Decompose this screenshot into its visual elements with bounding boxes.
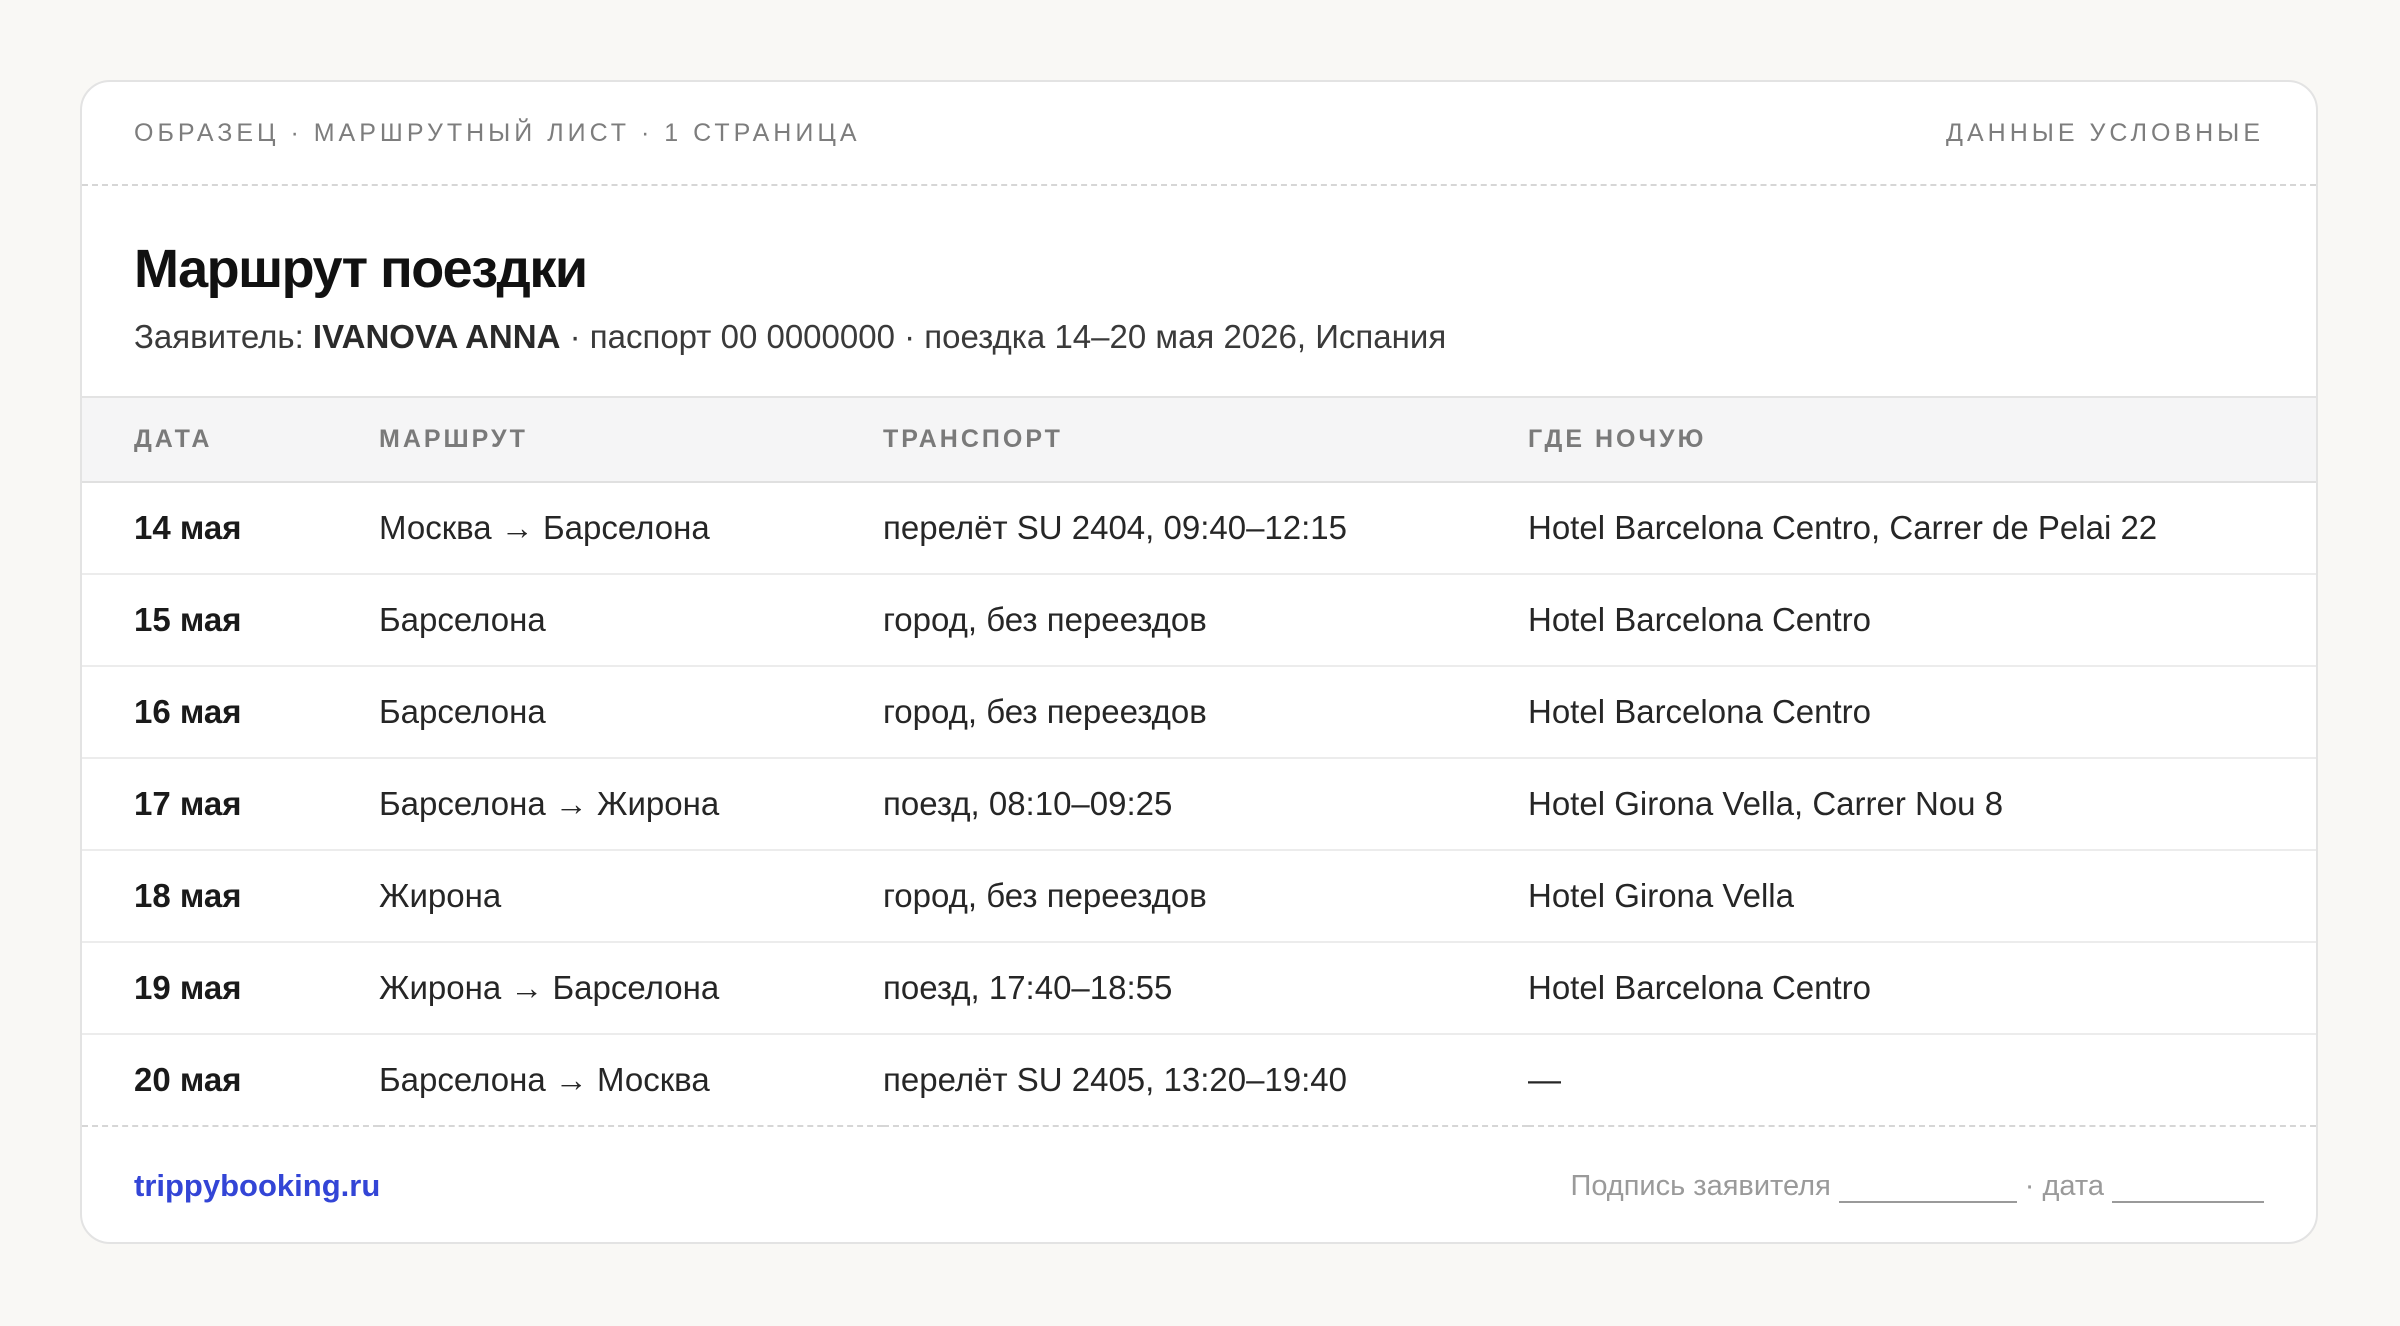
cell-date: 20 мая bbox=[134, 1061, 242, 1098]
cell-date: 19 мая bbox=[134, 969, 242, 1006]
cell-route: Жирона → Барселона bbox=[379, 969, 720, 1006]
column-header-route: МАРШРУТ bbox=[379, 425, 528, 453]
cell-date: 18 мая bbox=[134, 877, 242, 914]
cell-date: 17 мая bbox=[134, 785, 242, 822]
table-row: 15 мая Барселона город, без переездов Ho… bbox=[82, 574, 2316, 666]
cell-transport: город, без переездов bbox=[883, 877, 1207, 914]
cell-date: 16 мая bbox=[134, 693, 242, 730]
cell-transport: поезд, 08:10–09:25 bbox=[883, 785, 1173, 822]
table-row: 16 мая Барселона город, без переездов Ho… bbox=[82, 666, 2316, 758]
table-row: 14 мая Москва → Барселона перелёт SU 240… bbox=[82, 482, 2316, 574]
trip-details: · паспорт 00 0000000 · поездка 14–20 мая… bbox=[560, 318, 1447, 355]
itinerary-card: ОБРАЗЕЦ · МАРШРУТНЫЙ ЛИСТ · 1 СТРАНИЦА Д… bbox=[80, 80, 2318, 1244]
cell-transport: перелёт SU 2404, 09:40–12:15 bbox=[883, 509, 1347, 546]
cell-stay: Hotel Girona Vella bbox=[1528, 877, 1794, 914]
applicant-info: Заявитель: IVANOVA ANNA · паспорт 00 000… bbox=[134, 318, 2264, 356]
column-header-stay: ГДЕ НОЧУЮ bbox=[1528, 425, 1707, 453]
document-footer: trippybooking.ru Подпись заявителя · дат… bbox=[82, 1127, 2316, 1242]
table-row: 17 мая Барселона → Жирона поезд, 08:10–0… bbox=[82, 758, 2316, 850]
cell-stay: Hotel Barcelona Centro bbox=[1528, 601, 1872, 638]
cell-route: Барселона bbox=[379, 601, 546, 638]
cell-route: Барселона → Москва bbox=[379, 1061, 710, 1098]
cell-stay: Hotel Barcelona Centro bbox=[1528, 693, 1872, 730]
cell-stay: — bbox=[1528, 1061, 1561, 1098]
date-line bbox=[2112, 1175, 2264, 1203]
cell-stay: Hotel Barcelona Centro, Carrer de Pelai … bbox=[1528, 509, 2158, 546]
cell-stay: Hotel Barcelona Centro bbox=[1528, 969, 1872, 1006]
signature-label: Подпись заявителя bbox=[1570, 1169, 1831, 1202]
cell-transport: город, без переездов bbox=[883, 693, 1207, 730]
cell-route: Барселона → Жирона bbox=[379, 785, 720, 822]
cell-transport: перелёт SU 2405, 13:20–19:40 bbox=[883, 1061, 1347, 1098]
signature-line bbox=[1838, 1175, 2017, 1203]
signature-block: Подпись заявителя · дата bbox=[1570, 1170, 2264, 1203]
table-header-row: ДАТА МАРШРУТ ТРАНСПОРТ ГДЕ НОЧУЮ bbox=[82, 398, 2316, 482]
date-label: · дата bbox=[2024, 1169, 2104, 1202]
cell-route: Барселона bbox=[379, 693, 546, 730]
cell-route: Жирона bbox=[379, 877, 502, 914]
cell-date: 15 мая bbox=[134, 601, 242, 638]
document-type-label: ОБРАЗЕЦ · МАРШРУТНЫЙ ЛИСТ · 1 СТРАНИЦА bbox=[134, 118, 861, 147]
table-row: 20 мая Барселона → Москва перелёт SU 240… bbox=[82, 1034, 2316, 1126]
applicant-label: Заявитель: bbox=[134, 318, 313, 355]
document-header: Маршрут поездки Заявитель: IVANOVA ANNA … bbox=[82, 186, 2316, 398]
cell-stay: Hotel Girona Vella, Carrer Nou 8 bbox=[1528, 785, 2004, 822]
cell-transport: город, без переездов bbox=[883, 601, 1207, 638]
applicant-name: IVANOVA ANNA bbox=[312, 318, 561, 355]
site-link[interactable]: trippybooking.ru bbox=[134, 1168, 380, 1204]
top-bar: ОБРАЗЕЦ · МАРШРУТНЫЙ ЛИСТ · 1 СТРАНИЦА Д… bbox=[82, 82, 2316, 186]
cell-transport: поезд, 17:40–18:55 bbox=[883, 969, 1173, 1006]
table-row: 18 мая Жирона город, без переездов Hotel… bbox=[82, 850, 2316, 942]
table-row: 19 мая Жирона → Барселона поезд, 17:40–1… bbox=[82, 942, 2316, 1034]
column-header-transport: ТРАНСПОРТ bbox=[883, 425, 1063, 453]
itinerary-table: ДАТА МАРШРУТ ТРАНСПОРТ ГДЕ НОЧУЮ 14 мая … bbox=[82, 398, 2316, 1127]
page-title: Маршрут поездки bbox=[134, 239, 588, 299]
cell-date: 14 мая bbox=[134, 509, 242, 546]
cell-route: Москва → Барселона bbox=[379, 509, 710, 546]
disclaimer-label: ДАННЫЕ УСЛОВНЫЕ bbox=[1946, 118, 2264, 147]
column-header-date: ДАТА bbox=[134, 425, 213, 453]
